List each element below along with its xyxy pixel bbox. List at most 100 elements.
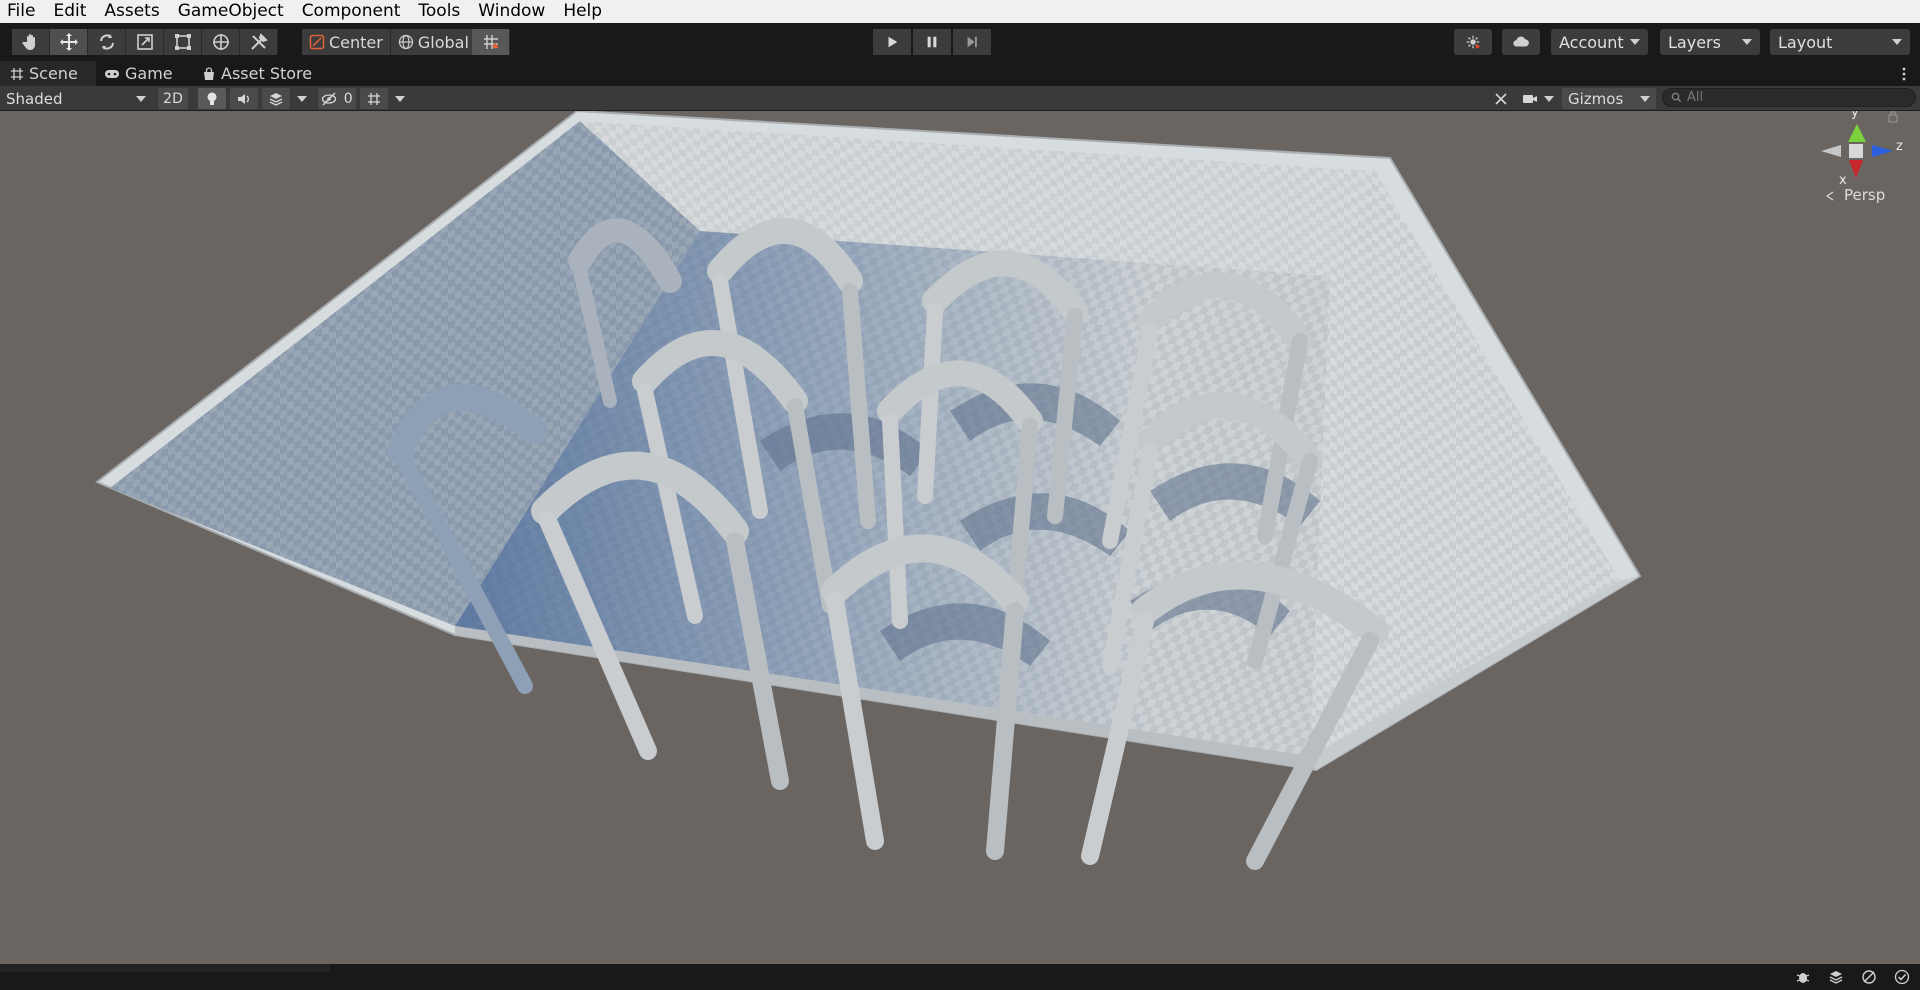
scene-viewport[interactable]: y z x Persp [0, 111, 1920, 964]
effects-toggle[interactable] [262, 88, 290, 109]
chevron-down-icon [1892, 39, 1902, 45]
eye-slash-icon [322, 92, 337, 105]
pause-icon [927, 36, 937, 48]
lighting-toggle[interactable] [198, 88, 226, 109]
pause-button[interactable] [913, 29, 951, 55]
menu-edit[interactable]: Edit [44, 0, 95, 23]
play-button[interactable] [873, 29, 911, 55]
check-circle-icon[interactable] [1894, 969, 1910, 985]
play-icon [888, 36, 898, 48]
menu-component[interactable]: Component [293, 0, 410, 23]
grid-snap-button[interactable] [472, 29, 510, 55]
gamepad-icon [105, 69, 119, 78]
menu-bar: File Edit Assets GameObject Component To… [0, 0, 1920, 23]
chevron-down-icon [297, 95, 307, 102]
speaker-icon [238, 93, 249, 104]
chevron-down-icon [1544, 95, 1554, 102]
chevron-down-icon [1742, 39, 1752, 45]
lightbulb-icon [207, 92, 217, 105]
scene-toolbar: Shaded 2D 0 Gizmos [0, 86, 1920, 111]
services-button[interactable] [1454, 29, 1492, 55]
account-label: Account [1559, 32, 1624, 52]
pivot-icon [309, 34, 325, 50]
kebab-menu-icon [1902, 67, 1906, 81]
projection-label[interactable]: Persp [1834, 186, 1885, 204]
menu-gameobject[interactable]: GameObject [169, 0, 293, 23]
menu-window[interactable]: Window [469, 0, 554, 23]
tab-asset-store-label: Asset Store [221, 64, 313, 83]
layout-label: Layout [1778, 32, 1833, 52]
menu-tools[interactable]: Tools [409, 0, 469, 23]
search-placeholder: All [1687, 90, 1704, 105]
rect-icon [174, 34, 191, 50]
tab-scene[interactable]: Scene [0, 61, 96, 86]
status-bar [0, 964, 1920, 990]
grid-icon [11, 67, 23, 80]
space-global-button[interactable]: Global [390, 29, 477, 55]
cloud-icon [1513, 36, 1529, 47]
gizmos-dropdown[interactable]: Gizmos [1562, 88, 1656, 109]
tab-options-button[interactable] [1902, 66, 1906, 85]
bag-icon [204, 66, 214, 80]
tools-icon [1495, 92, 1507, 105]
chevron-left-icon [1826, 191, 1834, 201]
cloud-button[interactable] [1502, 29, 1540, 55]
custom-tool-button[interactable] [240, 29, 278, 55]
menu-assets[interactable]: Assets [95, 0, 168, 23]
tab-game-label: Game [125, 64, 173, 83]
mode-2d-toggle[interactable]: 2D [158, 88, 188, 109]
grid-toggle[interactable] [360, 88, 388, 109]
camera-dropdown[interactable] [1520, 88, 1556, 109]
rotate-tool-button[interactable] [88, 29, 126, 55]
bug-icon[interactable] [1795, 969, 1811, 985]
rect-tool-button[interactable] [164, 29, 202, 55]
scene-tools-button[interactable] [1488, 88, 1514, 109]
chevron-down-icon [395, 95, 405, 102]
mode-2d-label: 2D [163, 90, 183, 107]
grid-dropdown[interactable] [390, 88, 410, 109]
hand-tool-button[interactable] [12, 29, 50, 55]
hand-icon [21, 34, 35, 50]
editor-tab-bar: Scene Game Asset Store [0, 61, 1920, 86]
tab-game[interactable]: Game [104, 61, 173, 86]
rotate-icon [99, 34, 114, 50]
layers-label: Layers [1668, 32, 1721, 52]
move-tool-button[interactable] [50, 29, 88, 55]
main-toolbar: Center Global Account Layers Layout [0, 23, 1920, 61]
scene-canvas [0, 111, 1920, 964]
draw-mode-dropdown[interactable]: Shaded [2, 88, 150, 109]
pivot-center-label: Center [329, 32, 383, 52]
gizmo-center-cube[interactable] [1849, 144, 1863, 158]
layers-dropdown[interactable]: Layers [1660, 29, 1760, 55]
transform-tools [12, 29, 278, 55]
scene-search-field[interactable]: All [1662, 88, 1916, 107]
search-icon [1671, 92, 1682, 103]
chevron-down-icon [1630, 39, 1640, 45]
step-button[interactable] [953, 29, 991, 55]
layout-dropdown[interactable]: Layout [1770, 29, 1910, 55]
account-dropdown[interactable]: Account [1551, 29, 1648, 55]
menu-help[interactable]: Help [554, 0, 611, 23]
scale-tool-button[interactable] [126, 29, 164, 55]
pivot-center-button[interactable]: Center [302, 29, 391, 55]
grid-snap-icon [483, 35, 499, 49]
panel-splitter[interactable] [0, 964, 330, 972]
tools-icon [250, 33, 268, 50]
grid-icon [368, 92, 380, 105]
progress-icon[interactable] [1861, 969, 1877, 985]
playback-controls [873, 29, 993, 55]
hidden-count: 0 [343, 90, 353, 107]
gizmos-label: Gizmos [1568, 89, 1624, 108]
effects-dropdown[interactable] [292, 88, 312, 109]
pivot-toggles: Center Global [302, 29, 477, 55]
menu-file[interactable]: File [0, 0, 44, 23]
transform-tool-button[interactable] [202, 29, 240, 55]
bug-icon [1466, 35, 1480, 49]
snap-group [472, 29, 510, 55]
audio-toggle[interactable] [230, 88, 258, 109]
chevron-down-icon [1640, 95, 1650, 102]
chevron-down-icon [136, 95, 146, 102]
layers-stack-icon[interactable] [1828, 969, 1844, 985]
tab-asset-store[interactable]: Asset Store [202, 61, 312, 86]
hidden-objects-toggle[interactable]: 0 [318, 88, 356, 109]
